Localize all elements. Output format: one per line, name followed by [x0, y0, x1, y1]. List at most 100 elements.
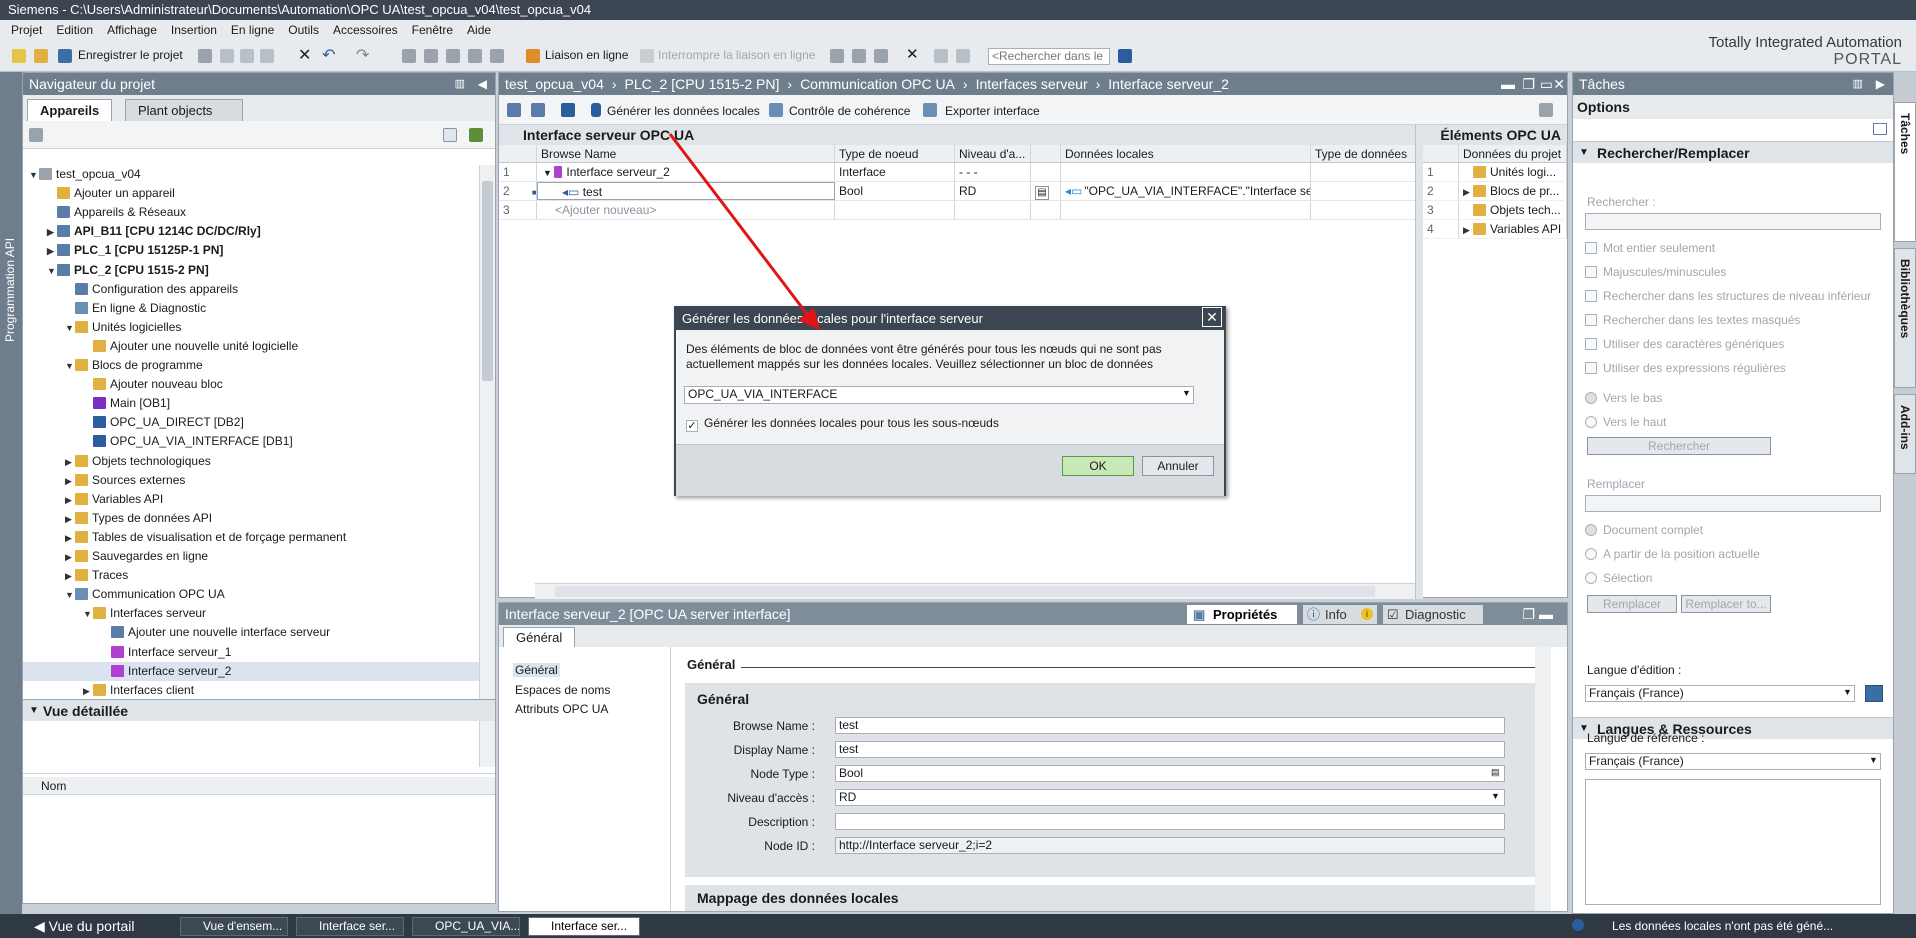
- cell-dtype[interactable]: [1311, 182, 1419, 200]
- cell-level[interactable]: [955, 201, 1031, 219]
- expand-right-icon[interactable]: ▶: [65, 529, 75, 548]
- restore-icon[interactable]: ❐: [1522, 73, 1535, 95]
- nav-overview-icon[interactable]: [29, 128, 43, 142]
- access-level-chevron-icon[interactable]: ▼: [1491, 791, 1500, 801]
- nav-list-icon[interactable]: [443, 128, 457, 142]
- search-option-checkbox[interactable]: [1585, 266, 1597, 278]
- ref-lang-chevron-icon[interactable]: ▼: [1869, 755, 1878, 765]
- breadcrumb-4[interactable]: Interfaces serveur: [976, 76, 1088, 92]
- nav-sync-icon[interactable]: [469, 128, 483, 142]
- breadcrumb-1[interactable]: test_opcua_v04: [505, 76, 604, 92]
- node-type-browse-icon[interactable]: ▤: [1491, 767, 1500, 778]
- copy-icon[interactable]: [240, 49, 254, 63]
- tab-appareils[interactable]: Appareils: [27, 99, 113, 121]
- taskbar-tab-db[interactable]: OPC_UA_VIA...: [412, 917, 520, 936]
- cell-local[interactable]: [1061, 201, 1311, 219]
- nav-general[interactable]: Général: [513, 663, 560, 677]
- close-icon[interactable]: ✕: [1553, 73, 1565, 95]
- search-option[interactable]: Mot entier seulement: [1585, 241, 1715, 255]
- tree-item[interactable]: ▶ Tables de visualisation et de forçage p…: [23, 528, 479, 547]
- consistency-check-button[interactable]: Contrôle de cohérence: [789, 104, 910, 118]
- menu-aide[interactable]: Aide: [460, 20, 498, 40]
- cell-local[interactable]: [1061, 163, 1311, 181]
- task-layout-icon[interactable]: [1873, 123, 1887, 135]
- expand-right-icon[interactable]: ▶: [1463, 183, 1473, 200]
- tree-item[interactable]: ▼ Communication OPC UA: [23, 585, 479, 604]
- tree-item[interactable]: En ligne & Diagnostic: [23, 299, 479, 318]
- upload-icon[interactable]: [446, 49, 460, 63]
- tab-properties[interactable]: ▣ Propriétés: [1187, 605, 1297, 624]
- select-chevron-down-icon[interactable]: ▼: [1182, 388, 1191, 398]
- list-view-icon[interactable]: [561, 103, 575, 117]
- tree-item[interactable]: OPC_UA_VIA_INTERFACE [DB1]: [23, 432, 479, 451]
- menu-accessoires[interactable]: Accessoires: [326, 20, 405, 40]
- editor-settings-icon[interactable]: [1539, 103, 1553, 117]
- replace-field[interactable]: [1585, 495, 1881, 512]
- save-icon[interactable]: [58, 49, 72, 63]
- cell-browse[interactable]: [1031, 163, 1061, 181]
- menu-fenetre[interactable]: Fenêtre: [405, 20, 460, 40]
- expand-right-icon[interactable]: ▶: [65, 567, 75, 586]
- generate-data-icon[interactable]: [591, 103, 601, 117]
- cell-browse[interactable]: ▤: [1031, 182, 1061, 200]
- tree-scrollbar[interactable]: [479, 165, 495, 767]
- subnodes-checkbox[interactable]: ✓: [686, 420, 698, 432]
- pin-icon[interactable]: ▥: [455, 73, 465, 95]
- nav-opcua-attributes[interactable]: Attributs OPC UA: [515, 702, 608, 716]
- cell-n[interactable]: 1: [499, 163, 537, 181]
- search-replace-header[interactable]: ▼ Rechercher/Remplacer: [1573, 141, 1893, 163]
- menu-edition[interactable]: Edition: [49, 20, 100, 40]
- expand-right-icon[interactable]: ▶: [65, 548, 75, 567]
- cell-level[interactable]: - - -: [955, 163, 1031, 181]
- search-option-checkbox[interactable]: [1585, 242, 1597, 254]
- simulate-icon[interactable]: [468, 49, 482, 63]
- tree-item[interactable]: Main [OB1]: [23, 394, 479, 413]
- cross-ref-icon[interactable]: [852, 49, 866, 63]
- dir-up[interactable]: Vers le haut: [1585, 415, 1666, 429]
- cell-browse[interactable]: [1031, 201, 1061, 219]
- status-message[interactable]: Les données locales n'ont pas été géné..…: [1612, 919, 1833, 933]
- prop-field[interactable]: http://Interface serveur_2;i=2: [835, 837, 1505, 854]
- tasks-collapse-icon[interactable]: ▶: [1876, 73, 1885, 95]
- tab-libraries[interactable]: Bibliothèques: [1894, 248, 1916, 388]
- taskbar-tab-interface-2[interactable]: Interface ser...: [528, 917, 640, 936]
- dialog-close-button[interactable]: ✕: [1202, 307, 1222, 327]
- menu-projet[interactable]: Projet: [4, 20, 49, 40]
- cell-dtype[interactable]: [1311, 201, 1419, 219]
- prop-field[interactable]: RD: [835, 789, 1505, 806]
- tree-item[interactable]: Ajouter une nouvelle unité logicielle: [23, 337, 479, 356]
- tab-tasks[interactable]: Tâches: [1894, 102, 1916, 242]
- cut-icon[interactable]: [220, 49, 234, 63]
- taskbar-tab-interface-1[interactable]: Interface ser...: [296, 917, 404, 936]
- search-button[interactable]: Rechercher: [1587, 437, 1771, 455]
- replace-all-button[interactable]: Remplacer to...: [1681, 595, 1771, 613]
- tree-item[interactable]: ▼ Blocs de programme: [23, 356, 479, 375]
- new-project-icon[interactable]: [12, 49, 26, 63]
- collapse-icon[interactable]: ◀: [478, 73, 487, 95]
- edit-lang-chevron-icon[interactable]: ▼: [1843, 687, 1852, 697]
- search-option[interactable]: Utiliser des caractères génériques: [1585, 337, 1784, 351]
- expand-down-icon[interactable]: ▼: [65, 319, 75, 338]
- prop-field[interactable]: test: [835, 717, 1505, 734]
- hscroll-thumb[interactable]: [555, 586, 1375, 597]
- tasks-pin-icon[interactable]: ▥: [1853, 73, 1863, 95]
- tree-item[interactable]: ▶ Interfaces client: [23, 681, 479, 700]
- search-input[interactable]: <Rechercher dans le: [988, 48, 1110, 65]
- tree-item[interactable]: ▶ API_B11 [CPU 1214C DC/DC/Rly]: [23, 222, 479, 241]
- edit-language-select[interactable]: Français (France): [1585, 685, 1855, 702]
- breadcrumb-5[interactable]: Interface serveur_2: [1108, 76, 1229, 92]
- breadcrumb-3[interactable]: Communication OPC UA: [800, 76, 955, 92]
- editor-splitter[interactable]: [1415, 125, 1423, 599]
- tree-item[interactable]: ▶ Sources externes: [23, 471, 479, 490]
- replace-button[interactable]: Remplacer: [1587, 595, 1677, 613]
- tree-item[interactable]: OPC_UA_DIRECT [DB2]: [23, 413, 479, 432]
- paste-icon[interactable]: [260, 49, 274, 63]
- detail-col-name[interactable]: Nom: [41, 779, 66, 793]
- menu-en-ligne[interactable]: En ligne: [224, 20, 281, 40]
- status-info-icon[interactable]: [1572, 919, 1584, 931]
- col-node-type[interactable]: Type de noeud: [835, 145, 955, 162]
- print-icon[interactable]: [198, 49, 212, 63]
- prop-field[interactable]: Bool: [835, 765, 1505, 782]
- delete-icon[interactable]: ✕: [298, 45, 311, 65]
- cell-n[interactable]: 2 ■: [499, 182, 537, 200]
